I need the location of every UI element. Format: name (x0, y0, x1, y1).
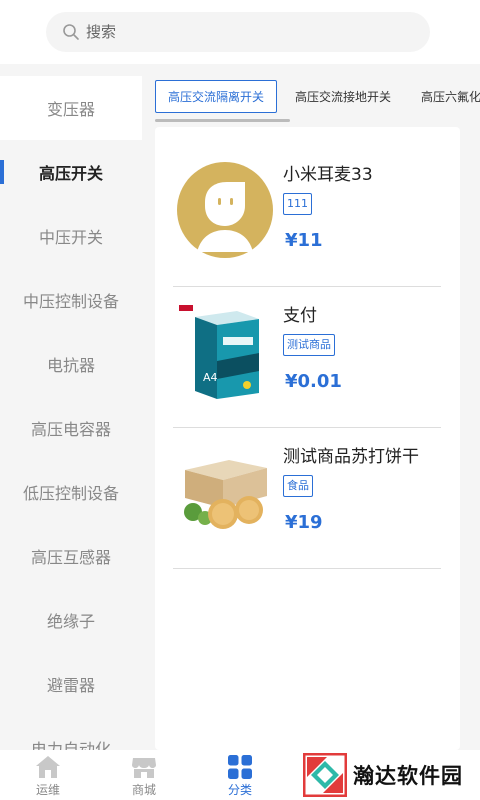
tab-hv-ac-disconnector[interactable]: 高压交流隔离开关 (155, 80, 278, 113)
product-item[interactable]: A4 支付 测试商品 ¥0.01 (173, 287, 441, 428)
tab-scroll-indicator (155, 119, 290, 122)
sidebar-item-hv-capacitor[interactable]: 高压电容器 (0, 396, 142, 460)
nav-label: 商城 (131, 783, 156, 797)
product-tag: 111 (283, 193, 312, 215)
shop-icon (132, 758, 156, 778)
sidebar-item-label: 避雷器 (46, 676, 95, 695)
nav-label: 分类 (227, 783, 252, 797)
product-list: 小米耳麦33 111 ¥11 A4 支付 测试商品 ¥0.01 测试商品苏打饼干… (155, 127, 460, 750)
product-name: 支付 (283, 306, 317, 326)
sidebar-item-label: 电力自动化 (30, 740, 111, 750)
tab-hv-ac-earthing-switch[interactable]: 高压交流接地开关 (295, 80, 391, 113)
sidebar-item-mv-switch[interactable]: 中压开关 (0, 204, 142, 268)
category-icon (228, 755, 252, 779)
product-tag: 测试商品 (283, 334, 335, 356)
subcategory-tabs: 高压交流隔离开关 高压交流接地开关 高压六氟化 (142, 76, 480, 124)
sidebar-item-label: 低压控制设备 (22, 484, 119, 503)
home-icon (36, 756, 60, 778)
category-page: 变压器 高压开关 中压开关 中压控制设备 电抗器 高压电容器 低压控制设备 高压… (0, 0, 480, 800)
sidebar-item-label: 高压开关 (38, 164, 103, 183)
category-sidebar: 变压器 高压开关 中压开关 中压控制设备 电抗器 高压电容器 低压控制设备 高压… (0, 76, 142, 750)
product-tag: 食品 (283, 475, 313, 497)
product-image (177, 444, 273, 540)
sidebar-item-label: 绝缘子 (46, 612, 95, 631)
sidebar-item-hv-transformer[interactable]: 高压互感器 (0, 524, 142, 588)
sidebar-item-label: 中压控制设备 (22, 292, 119, 311)
search-icon (63, 24, 79, 40)
search-box[interactable] (46, 12, 430, 52)
sidebar-item-mv-control[interactable]: 中压控制设备 (0, 268, 142, 332)
sidebar-item-lv-control[interactable]: 低压控制设备 (0, 460, 142, 524)
sidebar-item-automation[interactable]: 电力自动化 (0, 716, 142, 750)
avatar-placeholder-icon (177, 162, 273, 258)
tab-label: 高压六氟化 (421, 90, 480, 104)
sidebar-item-label: 高压互感器 (30, 548, 111, 567)
product-price: ¥0.01 (285, 371, 342, 392)
tab-label: 高压交流隔离开关 (168, 90, 265, 104)
sidebar-item-label: 中压开关 (38, 228, 103, 247)
sidebar-item-insulator[interactable]: 绝缘子 (0, 588, 142, 652)
product-image (177, 162, 273, 258)
nav-item-category[interactable]: 分类 (210, 754, 270, 798)
product-item[interactable]: 小米耳麦33 111 ¥11 (173, 146, 441, 287)
sidebar-item-reactor[interactable]: 电抗器 (0, 332, 142, 396)
nav-item-mall[interactable]: 商城 (114, 754, 174, 798)
product-name: 小米耳麦33 (283, 165, 373, 185)
nav-item-ops[interactable]: 运维 (18, 754, 78, 798)
sidebar-item-arrester[interactable]: 避雷器 (0, 652, 142, 716)
paper-box-image: A4 (179, 305, 259, 399)
sidebar-item-label: 高压电容器 (30, 420, 111, 439)
svg-text:A4: A4 (203, 371, 218, 384)
product-price: ¥19 (285, 512, 323, 533)
sidebar-item-label: 电抗器 (46, 356, 95, 375)
nav-label: 运维 (35, 783, 60, 797)
brand-logo-icon (303, 753, 347, 797)
product-name: 测试商品苏打饼干 (283, 447, 419, 467)
product-image: A4 (177, 303, 273, 399)
tab-label: 高压交流接地开关 (295, 90, 392, 104)
tab-hv-sf6[interactable]: 高压六氟化 (421, 80, 480, 113)
watermark-text: 瀚达软件园 (353, 764, 463, 788)
sidebar-item-label: 变压器 (46, 100, 95, 119)
search-input[interactable] (86, 23, 386, 41)
watermark-logo: 瀚达软件园 (303, 750, 480, 800)
search-bar (0, 0, 480, 64)
product-price: ¥11 (285, 230, 323, 251)
bottom-nav: 运维 商城 分类 瀚达软件园 (0, 750, 480, 800)
biscuits-image (184, 460, 267, 529)
sidebar-item-hv-switch[interactable]: 高压开关 (0, 140, 142, 204)
sidebar-item-transformer[interactable]: 变压器 (0, 76, 142, 140)
product-item[interactable]: 测试商品苏打饼干 食品 ¥19 (173, 428, 441, 569)
